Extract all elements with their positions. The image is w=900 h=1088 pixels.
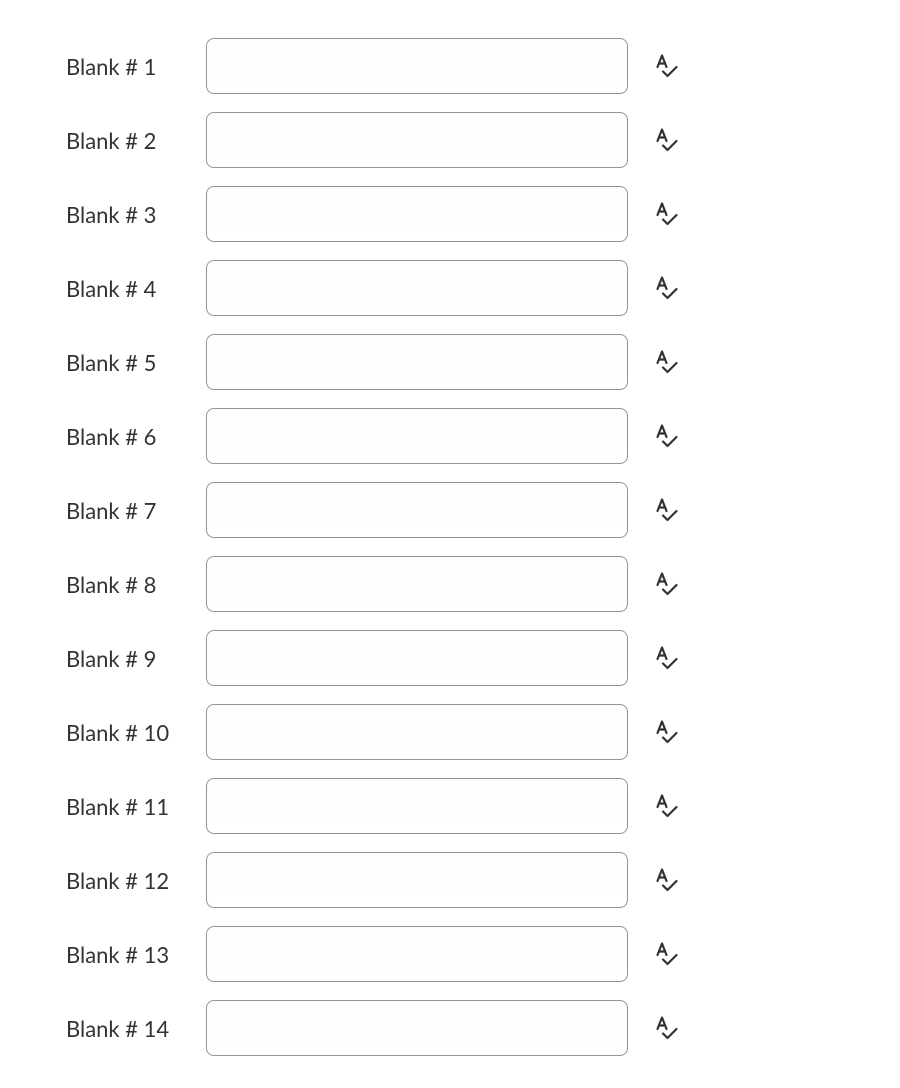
spellcheck-icon	[654, 276, 678, 300]
blank-label: Blank # 4	[66, 275, 206, 302]
spellcheck-icon	[654, 202, 678, 226]
spellcheck-icon	[654, 1016, 678, 1040]
blank-row: Blank # 1	[66, 38, 900, 94]
blank-label: Blank # 1	[66, 53, 206, 80]
blank-row: Blank # 7	[66, 482, 900, 538]
spellcheck-icon	[654, 350, 678, 374]
spellcheck-icon	[654, 498, 678, 522]
spellcheck-button[interactable]	[652, 126, 680, 154]
spellcheck-button[interactable]	[652, 792, 680, 820]
blank-row: Blank # 2	[66, 112, 900, 168]
spellcheck-button[interactable]	[652, 940, 680, 968]
spellcheck-icon	[654, 572, 678, 596]
spellcheck-button[interactable]	[652, 718, 680, 746]
blank-input-10[interactable]	[206, 704, 628, 760]
blank-input-8[interactable]	[206, 556, 628, 612]
blank-label: Blank # 9	[66, 645, 206, 672]
spellcheck-button[interactable]	[652, 496, 680, 524]
blank-label: Blank # 14	[66, 1015, 206, 1042]
blank-input-7[interactable]	[206, 482, 628, 538]
blank-label: Blank # 5	[66, 349, 206, 376]
spellcheck-icon	[654, 720, 678, 744]
blank-row: Blank # 3	[66, 186, 900, 242]
blank-form: Blank # 1 Blank # 2 Blank # 3 Blank # 4 …	[66, 38, 900, 1074]
blank-label: Blank # 10	[66, 719, 206, 746]
blank-row: Blank # 13	[66, 926, 900, 982]
blank-input-6[interactable]	[206, 408, 628, 464]
spellcheck-button[interactable]	[652, 1014, 680, 1042]
blank-label: Blank # 2	[66, 127, 206, 154]
spellcheck-icon	[654, 54, 678, 78]
spellcheck-icon	[654, 128, 678, 152]
blank-input-5[interactable]	[206, 334, 628, 390]
spellcheck-button[interactable]	[652, 52, 680, 80]
blank-label: Blank # 7	[66, 497, 206, 524]
blank-input-14[interactable]	[206, 1000, 628, 1056]
blank-label: Blank # 11	[66, 793, 206, 820]
spellcheck-button[interactable]	[652, 200, 680, 228]
spellcheck-icon	[654, 868, 678, 892]
blank-input-11[interactable]	[206, 778, 628, 834]
spellcheck-button[interactable]	[652, 644, 680, 672]
blank-input-3[interactable]	[206, 186, 628, 242]
spellcheck-button[interactable]	[652, 274, 680, 302]
blank-row: Blank # 9	[66, 630, 900, 686]
blank-row: Blank # 14	[66, 1000, 900, 1056]
blank-label: Blank # 3	[66, 201, 206, 228]
blank-input-12[interactable]	[206, 852, 628, 908]
blank-label: Blank # 12	[66, 867, 206, 894]
blank-label: Blank # 8	[66, 571, 206, 598]
spellcheck-button[interactable]	[652, 570, 680, 598]
spellcheck-button[interactable]	[652, 422, 680, 450]
blank-row: Blank # 4	[66, 260, 900, 316]
spellcheck-button[interactable]	[652, 866, 680, 894]
blank-row: Blank # 10	[66, 704, 900, 760]
spellcheck-icon	[654, 424, 678, 448]
blank-label: Blank # 13	[66, 941, 206, 968]
spellcheck-icon	[654, 646, 678, 670]
blank-label: Blank # 6	[66, 423, 206, 450]
spellcheck-icon	[654, 942, 678, 966]
spellcheck-button[interactable]	[652, 348, 680, 376]
blank-row: Blank # 11	[66, 778, 900, 834]
blank-input-1[interactable]	[206, 38, 628, 94]
blank-row: Blank # 12	[66, 852, 900, 908]
blank-input-2[interactable]	[206, 112, 628, 168]
blank-row: Blank # 5	[66, 334, 900, 390]
blank-input-13[interactable]	[206, 926, 628, 982]
blank-input-4[interactable]	[206, 260, 628, 316]
blank-input-9[interactable]	[206, 630, 628, 686]
blank-row: Blank # 6	[66, 408, 900, 464]
spellcheck-icon	[654, 794, 678, 818]
blank-row: Blank # 8	[66, 556, 900, 612]
